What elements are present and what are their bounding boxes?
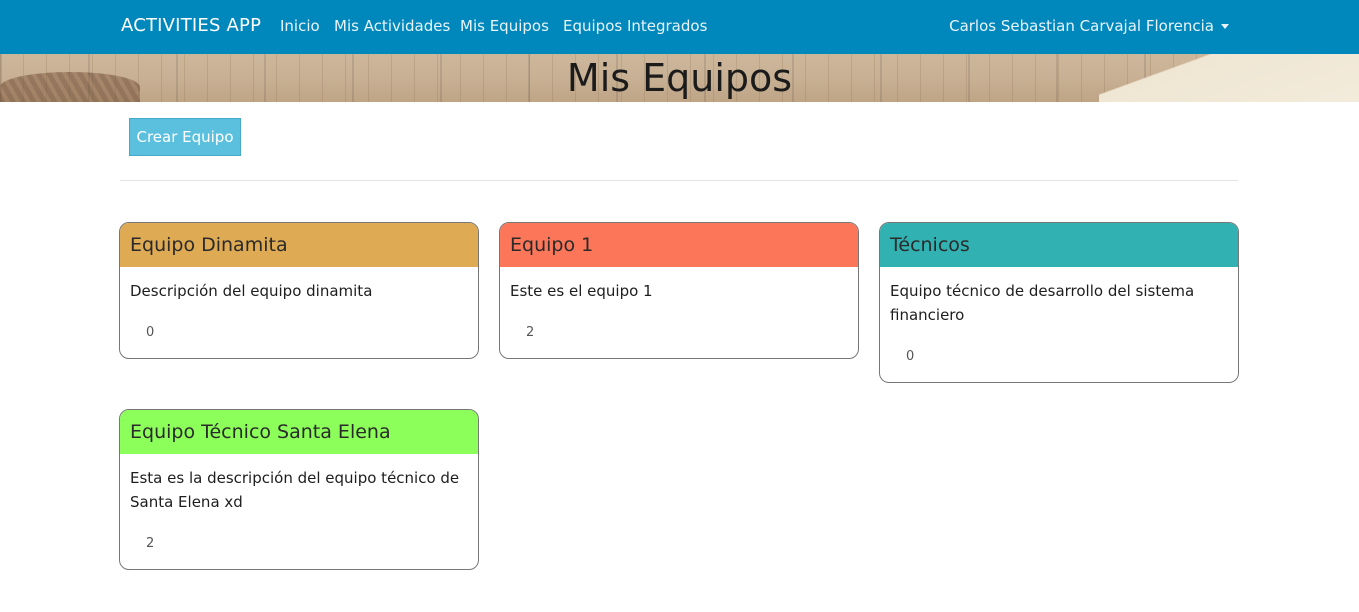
team-name: Equipo 1 [510, 234, 594, 256]
team-name: Equipo Técnico Santa Elena [130, 421, 391, 443]
team-card[interactable]: Equipo 1 Este es el equipo 1 2 [499, 222, 859, 359]
team-card[interactable]: Técnicos Equipo técnico de desarrollo de… [879, 222, 1239, 383]
team-card-header: Equipo 1 [500, 223, 858, 267]
caret-down-icon [1221, 23, 1229, 29]
team-description: Equipo técnico de desarrollo del sistema… [890, 282, 1195, 324]
brand-link[interactable]: ACTIVITIES APP [121, 15, 261, 36]
nav-link-mis-actividades[interactable]: Mis Actividades [334, 17, 450, 35]
team-card[interactable]: Equipo Dinamita Descripción del equipo d… [119, 222, 479, 359]
team-card[interactable]: Equipo Técnico Santa Elena Esta es la de… [119, 409, 479, 570]
nav-link-equipos-integrados[interactable]: Equipos Integrados [563, 17, 707, 35]
nav-link-inicio[interactable]: Inicio [280, 17, 320, 35]
team-description: Descripción del equipo dinamita [130, 282, 373, 300]
team-member-count: 2 [146, 536, 155, 551]
team-description: Esta es la descripción del equipo técnic… [130, 469, 460, 511]
team-member-count: 0 [906, 349, 915, 364]
team-name: Técnicos [890, 234, 970, 256]
team-card-body: Este es el equipo 1 2 [500, 267, 858, 358]
team-card-body: Equipo técnico de desarrollo del sistema… [880, 267, 1238, 382]
team-member-count: 2 [526, 325, 535, 340]
team-card-body: Esta es la descripción del equipo técnic… [120, 454, 478, 569]
nav-link-mis-equipos[interactable]: Mis Equipos [460, 17, 549, 35]
user-dropdown[interactable]: Carlos Sebastian Carvajal Florencia [949, 17, 1229, 35]
team-card-body: Descripción del equipo dinamita 0 [120, 267, 478, 358]
team-member-count: 0 [146, 325, 155, 340]
team-card-header: Equipo Dinamita [120, 223, 478, 267]
team-description: Este es el equipo 1 [510, 282, 653, 300]
create-team-button[interactable]: Crear Equipo [129, 118, 241, 156]
team-card-header: Técnicos [880, 223, 1238, 267]
divider [120, 180, 1238, 181]
team-card-header: Equipo Técnico Santa Elena [120, 410, 478, 454]
team-name: Equipo Dinamita [130, 234, 288, 256]
page-title: Mis Equipos [566, 56, 793, 100]
user-name: Carlos Sebastian Carvajal Florencia [949, 17, 1214, 35]
top-navbar: ACTIVITIES APP Inicio Mis Actividades Mi… [0, 0, 1359, 54]
